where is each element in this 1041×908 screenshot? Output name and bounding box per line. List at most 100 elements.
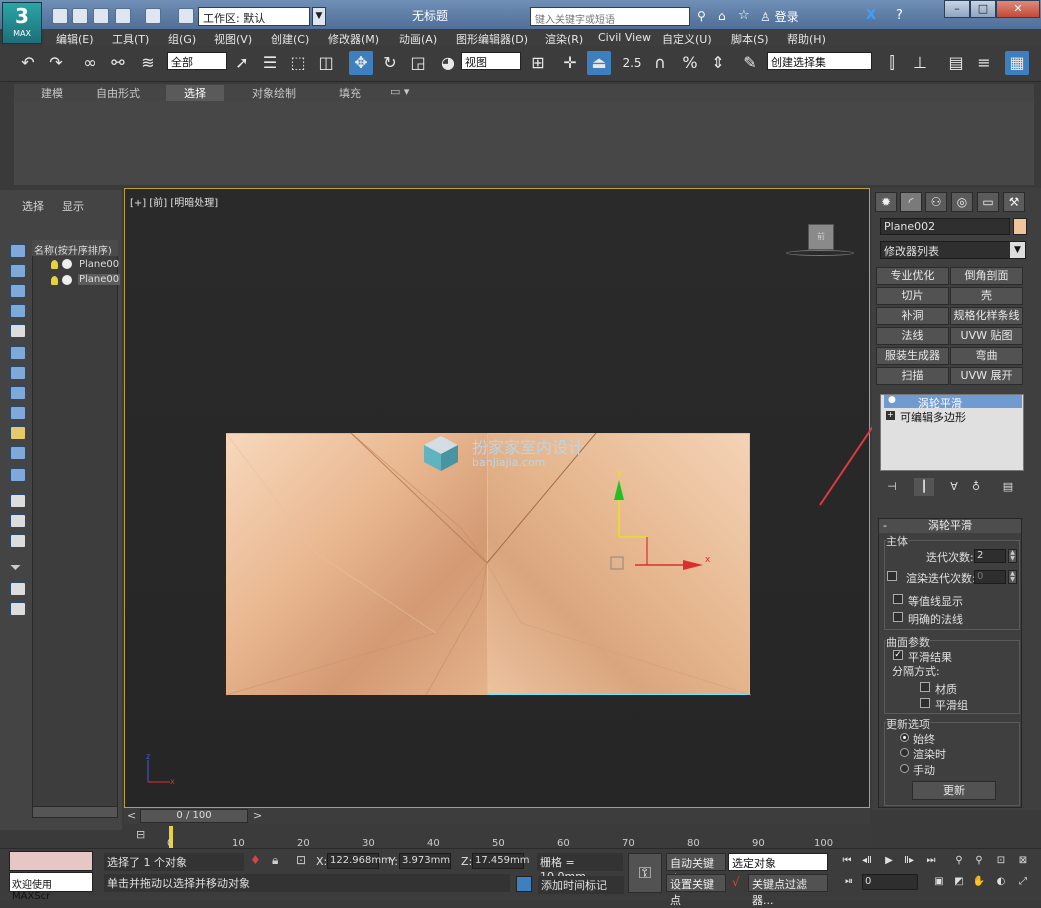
scene-tab-select[interactable]: 选择 — [22, 198, 44, 214]
open-file-icon[interactable] — [72, 8, 88, 24]
link-icon[interactable]: ∞ — [78, 51, 102, 75]
new-file-icon[interactable] — [52, 8, 68, 24]
display-cameras-icon[interactable] — [10, 324, 26, 338]
display-children-icon[interactable] — [10, 534, 26, 548]
menu-modifiers[interactable]: 修改器(M) — [328, 31, 379, 47]
key-filters-button[interactable]: 关键点过滤器... — [748, 874, 828, 907]
maxscript-mini-listener[interactable]: 欢迎使用 MAXScr — [9, 872, 93, 902]
toggle-ribbon-icon[interactable]: ≡ — [972, 51, 996, 75]
materials-checkbox[interactable] — [920, 682, 930, 692]
y-coordinate-field[interactable]: 3.973mm — [399, 853, 451, 869]
smooth-result-checkbox[interactable]: ✓ — [893, 650, 903, 660]
iterations-spinner[interactable]: 2 — [974, 549, 1006, 563]
unlink-icon[interactable]: ⚯ — [106, 51, 130, 75]
maxscript-listener[interactable] — [9, 851, 93, 871]
display-all-icon[interactable] — [10, 494, 26, 508]
sort-icon[interactable] — [10, 602, 26, 616]
viewcube-compass-ring[interactable] — [786, 250, 854, 256]
angle-snap-icon[interactable]: ∩ — [648, 51, 672, 75]
login-link[interactable]: ♙ 登录 — [760, 8, 799, 25]
show-end-result-icon[interactable]: ┃ — [914, 478, 934, 496]
select-and-rotate-icon[interactable]: ↻ — [378, 51, 402, 75]
smoothing-groups-checkbox[interactable] — [920, 698, 930, 708]
search-input[interactable]: 键入关键字或短语 — [530, 7, 690, 26]
update-when-rendering-radio[interactable] — [900, 748, 909, 757]
modifier-list-arrow-icon[interactable]: ▼ — [1010, 242, 1025, 258]
minimize-button[interactable]: – — [944, 0, 970, 18]
undo-icon[interactable]: ↶ — [16, 51, 40, 75]
menu-group[interactable]: 组(G) — [168, 31, 196, 47]
modifier-button-uvw-map[interactable]: UVW 贴图 — [950, 327, 1023, 345]
spinner-snap-icon[interactable]: ⇕ — [706, 51, 730, 75]
update-button[interactable]: 更新 — [912, 781, 996, 800]
object-color-swatch[interactable] — [1013, 218, 1027, 235]
object-name-field[interactable]: Plane002 — [880, 218, 1010, 235]
workspace-dropdown[interactable]: 工作区: 默认 — [198, 7, 310, 26]
viewcube[interactable]: 前 — [808, 224, 834, 250]
app-logo-button[interactable]: 3 MAX — [2, 2, 42, 44]
menu-scripting[interactable]: 脚本(S) — [731, 31, 769, 47]
subscription-icon[interactable]: ⌂ — [718, 9, 726, 23]
favorites-star-icon[interactable]: ☆ — [738, 8, 750, 23]
menu-tools[interactable]: 工具(T) — [112, 31, 149, 47]
display-shapes-icon[interactable] — [10, 284, 26, 298]
select-object-icon[interactable]: ➚ — [230, 51, 254, 75]
align-icon[interactable]: ⊥ — [908, 51, 932, 75]
window-crossing-icon[interactable]: ◫ — [314, 51, 338, 75]
filter-icon[interactable]: ⏷ — [10, 560, 21, 576]
modifier-button-normalize-spline[interactable]: 规格化样条线 — [950, 307, 1023, 325]
absolute-mode-icon[interactable]: ⊡ — [296, 853, 306, 867]
auto-key-button[interactable]: 自动关键点 — [666, 853, 726, 886]
previous-frame-icon[interactable]: ◂Ⅱ — [858, 853, 876, 869]
display-groups-icon[interactable] — [10, 386, 26, 400]
menu-views[interactable]: 视图(V) — [214, 31, 252, 47]
next-frame-icon[interactable]: Ⅱ▸ — [900, 853, 918, 869]
ribbon-options-icon[interactable]: ▭ ▾ — [390, 85, 409, 98]
update-always-radio[interactable] — [900, 733, 909, 742]
update-manually-radio[interactable] — [900, 764, 909, 773]
menu-rendering[interactable]: 渲染(R) — [545, 31, 583, 47]
go-to-start-icon[interactable]: ⏮ — [838, 853, 856, 869]
display-dependencies-icon[interactable] — [10, 582, 26, 596]
time-slider[interactable]: 0 / 100 — [140, 809, 248, 823]
turbosmooth-rollout-header[interactable]: - 涡轮平滑 — [879, 519, 1021, 533]
redo-icon[interactable]: ↷ — [44, 51, 68, 75]
modifier-button-sweep[interactable]: 扫描 — [876, 367, 949, 385]
time-configuration-icon[interactable]: ▣ — [930, 874, 948, 890]
ribbon-tab-populate[interactable]: 填充 — [339, 85, 361, 101]
configure-modifier-sets-icon[interactable]: ▤ — [998, 478, 1018, 496]
scene-tab-display[interactable]: 显示 — [62, 198, 84, 214]
key-mode-toggle-icon[interactable]: ⏯ — [840, 874, 858, 890]
x-coordinate-field[interactable]: 122.968mm — [327, 853, 391, 869]
zoom-icon[interactable]: ⚲ — [950, 853, 968, 869]
layer-explorer-icon[interactable]: ▤ — [944, 51, 968, 75]
time-next-icon[interactable]: > — [253, 809, 262, 822]
render-iterations-spinner-arrows-icon[interactable]: ▲ ▼ — [1008, 570, 1017, 584]
track-bar-toggle-icon[interactable]: ⊟ — [136, 828, 152, 842]
modifier-button-normal[interactable]: 法线 — [876, 327, 949, 345]
modifier-button-slice[interactable]: 切片 — [876, 287, 949, 305]
explicit-normals-checkbox[interactable] — [893, 612, 903, 622]
undo-icon[interactable] — [115, 8, 131, 24]
modify-tab-icon[interactable]: ◜ — [900, 192, 922, 212]
project-folder-icon[interactable] — [178, 8, 194, 24]
snaps-toggle[interactable]: 2.5 — [620, 51, 644, 75]
display-spacewarps-icon[interactable] — [10, 366, 26, 380]
select-and-scale-icon[interactable]: ◲ — [406, 51, 430, 75]
modifier-button-bevel-profile[interactable]: 倒角剖面 — [950, 267, 1023, 285]
modifier-list-dropdown[interactable]: 修改器列表 — [880, 241, 1026, 259]
menu-customize[interactable]: 自定义(U) — [662, 31, 712, 47]
save-file-icon[interactable] — [93, 8, 109, 24]
ribbon-tab-selection[interactable]: 选择 — [166, 85, 224, 101]
menu-graph-editors[interactable]: 图形编辑器(D) — [456, 31, 528, 47]
remove-modifier-icon[interactable]: ♁ — [966, 478, 986, 496]
exchange-icon[interactable]: X — [866, 8, 876, 23]
menu-create[interactable]: 创建(C) — [271, 31, 309, 47]
select-manipulate-icon[interactable]: ✛ — [558, 51, 582, 75]
scene-item-plane002[interactable]: Plane00 — [78, 274, 121, 285]
display-helpers-icon[interactable] — [10, 346, 26, 360]
display-bones-icon[interactable] — [10, 426, 26, 440]
current-frame-field[interactable]: 0 — [862, 874, 918, 890]
binoculars-icon[interactable]: ⚲ — [697, 9, 706, 23]
set-key-icon[interactable]: ⚿ — [628, 853, 662, 893]
